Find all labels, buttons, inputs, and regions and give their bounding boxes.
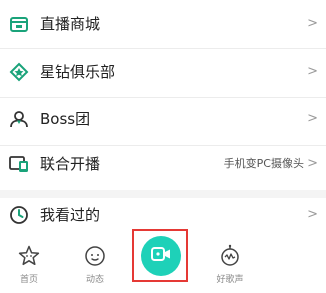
feed-face-icon: [83, 244, 107, 272]
co-stream-icon: [8, 153, 30, 175]
menu-item-boss-group[interactable]: Boss团 >: [0, 107, 326, 131]
home-star-icon: [17, 244, 41, 272]
boss-group-icon: [8, 108, 30, 130]
chevron-right-icon: >: [307, 64, 318, 79]
menu-item-label: 我看过的: [40, 206, 101, 224]
menu-item-shop[interactable]: 直播商城 >: [0, 12, 326, 36]
tab-home[interactable]: 首页: [4, 244, 54, 285]
section-gap: [0, 190, 326, 198]
history-clock-icon: [8, 204, 30, 226]
menu-item-label: 星钻俱乐部: [40, 63, 116, 81]
menu-item-label: Boss团: [40, 110, 91, 128]
tab-label: 首页: [19, 275, 38, 285]
divider: [0, 48, 326, 49]
tab-feed[interactable]: 动态: [70, 244, 120, 285]
tab-label: 好歌声: [216, 275, 244, 285]
menu-item-history[interactable]: 我看过的 >: [0, 203, 326, 227]
tab-good-voice[interactable]: 好歌声: [205, 244, 255, 285]
chevron-right-icon: >: [307, 111, 318, 126]
robot-singer-icon: [218, 244, 242, 272]
menu-item-diamond-club[interactable]: 星钻俱乐部 >: [0, 60, 326, 84]
chevron-right-icon: >: [307, 156, 318, 171]
chevron-right-icon: >: [307, 16, 318, 31]
menu-item-label: 联合开播: [40, 155, 101, 173]
menu-item-co-stream[interactable]: 联合开播 手机变PC摄像头 >: [0, 152, 326, 176]
menu-item-label: 直播商城: [40, 15, 101, 33]
chevron-right-icon: >: [307, 207, 318, 222]
live-camera-icon: [150, 245, 172, 267]
diamond-club-icon: [8, 61, 30, 83]
divider: [0, 145, 326, 146]
tab-label: 动态: [85, 275, 104, 285]
shop-icon: [8, 13, 30, 35]
co-stream-hint: 手机变PC摄像头: [223, 157, 304, 170]
tab-start-live[interactable]: [141, 236, 181, 276]
divider: [0, 97, 326, 98]
